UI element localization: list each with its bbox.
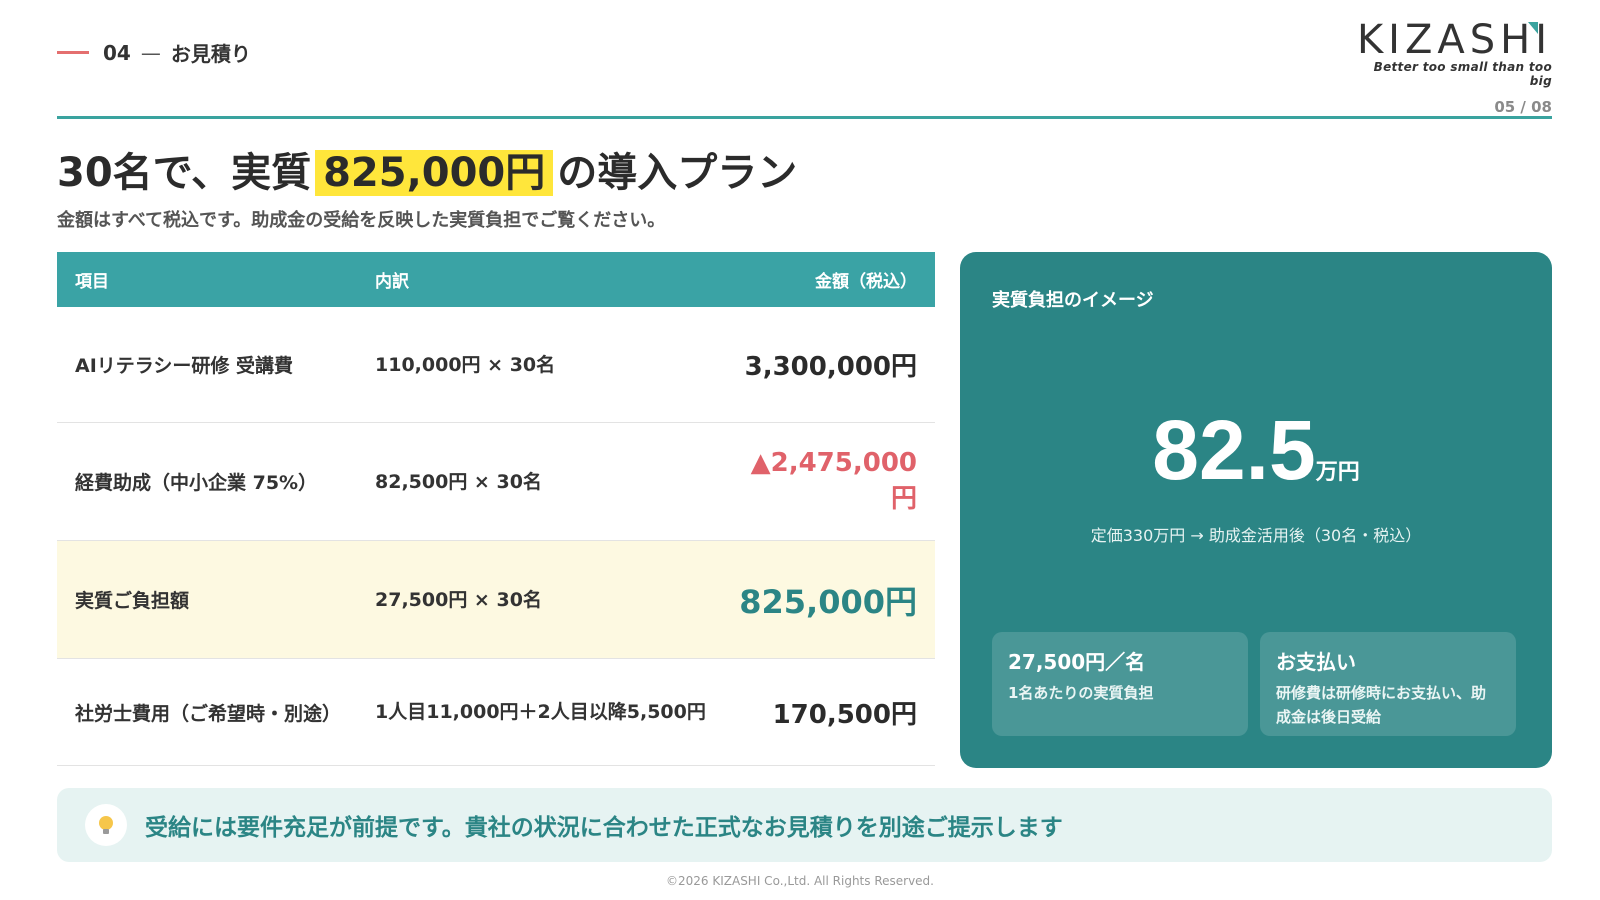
row-item: 社労士費用（ご希望時・別途）: [75, 702, 342, 725]
logo: KIZASHI Better too small than too big 05…: [1352, 18, 1552, 116]
table-header: 項目 内訳 金額（税込）: [57, 252, 935, 307]
logo-tagline: Better too small than too big: [1373, 60, 1552, 88]
notice-box: 受給には要件充足が前提です。貴社の状況に合わせた正式なお見積りを別途ご提示します: [57, 788, 1552, 862]
section-number: 04: [103, 40, 131, 65]
row-item: 経費助成（中小企業 75%）: [75, 472, 318, 494]
notice-text: 受給には要件充足が前提です。貴社の状況に合わせた正式なお見積りを別途ご提示します: [145, 815, 1063, 841]
big-value: 82.5万円: [960, 402, 1552, 499]
estimate-table: 項目 内訳 金額（税込） AIリテラシー研修 受講費 110,000円 × 30…: [57, 252, 935, 766]
page-number: 05 / 08: [1494, 98, 1552, 116]
row-amount: 170,500円: [772, 699, 917, 730]
logo-accent-icon: [1528, 22, 1538, 34]
big-number: 82.5: [1152, 403, 1316, 497]
header-detail: 内訳: [375, 272, 409, 292]
section-label: 04 — お見積り: [57, 38, 251, 67]
lightbulb-icon: [85, 804, 127, 846]
row-detail: 1人目11,000円＋2人目以降5,500円: [375, 701, 706, 723]
card-text: 研修費は研修時にお支払い、助成金は後日受給: [1276, 684, 1487, 726]
panel-caption: 定価330万円 → 助成金活用後（30名・税込）: [1090, 526, 1422, 545]
row-item: AIリテラシー研修 受講費: [75, 355, 294, 377]
headline-highlight: 825,000円: [315, 150, 554, 196]
logo-wordmark: KIZASHI: [1352, 18, 1552, 62]
panel-title: 実質負担のイメージ: [992, 290, 1154, 311]
logo-text: KIZASHI: [1356, 17, 1552, 63]
card-text: 1名あたりの実質負担: [1008, 684, 1154, 702]
row-detail: 27,500円 × 30名: [375, 588, 542, 611]
card-title: お支払い: [1276, 650, 1356, 674]
row-amount-total: 825,000円: [739, 582, 917, 621]
row-detail: 82,500円 × 30名: [375, 470, 542, 493]
row-detail: 110,000円 × 30名: [375, 353, 556, 376]
table-row: 経費助成（中小企業 75%） 82,500円 × 30名 ▲2,475,000円: [57, 423, 935, 541]
table-row: 社労士費用（ご希望時・別途） 1人目11,000円＋2人目以降5,500円 17…: [57, 659, 935, 766]
page-subtitle: 金額はすべて税込です。助成金の受給を反映した実質負担でご覧ください。: [57, 210, 666, 231]
row-item: 実質ご負担額: [75, 590, 190, 612]
section-dash: —: [140, 40, 161, 65]
payment-card: お支払い 研修費は研修時にお支払い、助成金は後日受給: [1260, 632, 1516, 736]
big-unit: 万円: [1315, 460, 1360, 485]
header-amount: 金額（税込）: [815, 272, 917, 292]
section-bar: [57, 51, 89, 54]
row-amount: 3,300,000円: [744, 352, 917, 382]
headline-suffix: の導入プラン: [557, 150, 798, 196]
per-person-card: 27,500円／名 1名あたりの実質負担: [992, 632, 1248, 736]
headline-prefix: 30名で、実質: [57, 150, 312, 196]
section-title: お見積り: [170, 42, 251, 66]
row-amount-negative: ▲2,475,000円: [750, 448, 917, 514]
page-title: 30名で、実質 825,000円 の導入プラン: [57, 140, 797, 198]
table-row-highlight: 実質ご負担額 27,500円 × 30名 825,000円: [57, 541, 935, 659]
table-row: AIリテラシー研修 受講費 110,000円 × 30名 3,300,000円: [57, 307, 935, 423]
header-item: 項目: [75, 272, 109, 292]
card-title: 27,500円／名: [1008, 650, 1146, 674]
copyright: ©2026 KIZASHI Co.,Ltd. All Rights Reserv…: [666, 874, 934, 888]
top-divider: [57, 116, 1552, 119]
burden-panel: 実質負担のイメージ 82.5万円 定価330万円 → 助成金活用後（30名・税込…: [960, 252, 1552, 768]
